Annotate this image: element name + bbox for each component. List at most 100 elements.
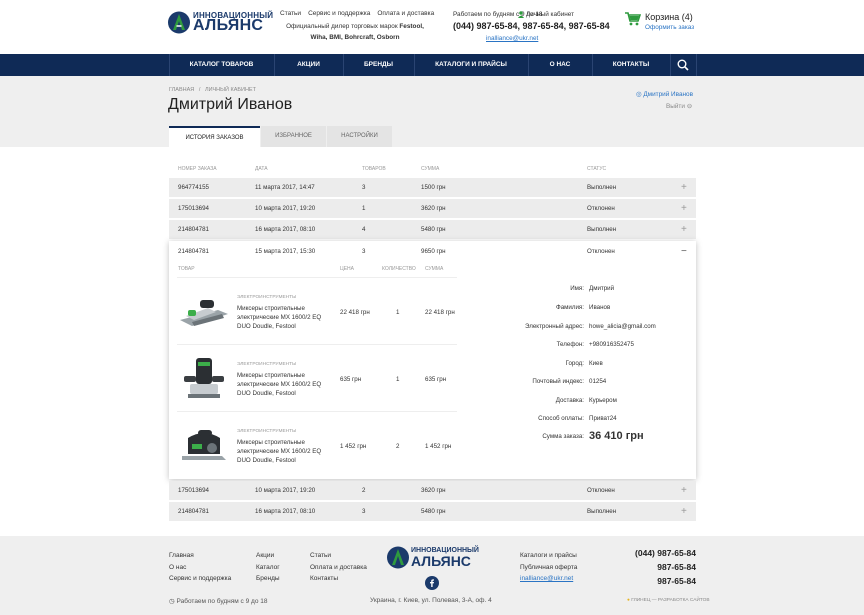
order-date: 16 марта 2017, 08:10 [255, 508, 316, 515]
checkout-link[interactable]: Оформить заказ [645, 24, 694, 31]
info-label: Почтовый индекс: [532, 378, 584, 385]
expand-plus-icon[interactable]: + [681, 481, 687, 501]
order-row[interactable]: 214804781 16 марта 2017, 08:10 4 5480 гр… [169, 220, 696, 240]
dealer-text: Официальный дилер торговых марок Festool… [280, 21, 430, 43]
order-date: 15 марта 2017, 15:30 [255, 248, 316, 255]
order-row[interactable]: 175013694 10 марта 2017, 19:20 1 3620 гр… [169, 199, 696, 219]
order-number: 175013694 [178, 487, 209, 494]
col-header-qty: ТОВАРОВ [362, 166, 386, 172]
footer-link[interactable]: О нас [169, 564, 186, 571]
nav-item-contacts[interactable]: КОНТАКТЫ [592, 54, 670, 76]
footer-link[interactable]: Акции [256, 552, 274, 559]
dealer-line2: Wiha, BMI, Bohrcraft, Osborn [310, 34, 400, 41]
footer-link[interactable]: Оплата и доставка [310, 564, 367, 571]
nav-item-brands[interactable]: БРЕНДЫ [343, 54, 414, 76]
order-sum: 3620 грн [421, 205, 446, 212]
cabinet-link[interactable]: Личный кабинет [518, 11, 574, 18]
footer-link[interactable]: Публичная оферта [520, 564, 577, 571]
dealer-brand: Festool, [399, 23, 424, 30]
order-status: Выполнен [587, 184, 617, 191]
order-qty: 2 [362, 487, 366, 494]
user-name: Дмитрий Иванов [643, 91, 693, 98]
top-links: Статьи Сервис и поддержка Оплата и доста… [280, 10, 434, 17]
info-value: Приват24 [589, 415, 617, 422]
total-value: 36 410 грн [589, 430, 644, 442]
search-icon[interactable] [677, 59, 689, 71]
collapse-minus-icon[interactable]: − [681, 241, 687, 262]
nav-item-promo[interactable]: АКЦИИ [274, 54, 343, 76]
nav-item-catalogs[interactable]: КАТАЛОГИ И ПРАЙСЫ [414, 54, 528, 76]
product-name[interactable]: Миксеры строительные электрические MX 16… [237, 371, 329, 398]
info-value: 01254 [589, 378, 607, 385]
footer-link[interactable]: Главная [169, 552, 194, 559]
footer-link[interactable]: Бренды [256, 575, 280, 582]
facebook-icon[interactable] [425, 576, 439, 590]
expand-plus-icon[interactable]: + [681, 220, 687, 240]
nav-item-catalog[interactable]: КАТАЛОГ ТОВАРОВ [169, 54, 274, 76]
dev-credit-text: ГЛИНЕЦ — РАЗРАБОТКА САЙТОВ [631, 598, 710, 603]
footer-link[interactable]: Сервис и поддержка [169, 575, 231, 582]
order-date: 10 марта 2017, 19:20 [255, 205, 316, 212]
info-label: Электронный адрес: [525, 323, 584, 330]
order-row[interactable]: 214804781 16 марта 2017, 08:10 3 5480 гр… [169, 502, 696, 522]
cart-label[interactable]: Корзина (4) [645, 12, 693, 22]
top-link-payment[interactable]: Оплата и доставка [377, 10, 434, 17]
top-link-service[interactable]: Сервис и поддержка [308, 10, 370, 17]
footer-link[interactable]: Контакты [310, 575, 338, 582]
info-value: +980916352475 [589, 341, 634, 348]
product-name[interactable]: Миксеры строительные электрические MX 16… [237, 304, 329, 331]
order-number: 214804781 [178, 508, 209, 515]
footer-link[interactable]: Каталоги и прайсы [520, 552, 577, 559]
nav-divider [696, 54, 697, 76]
product-category: ЭЛЕКТРОИНСТРУМЕНТЫ [237, 362, 297, 367]
tab-settings[interactable]: НАСТРОЙКИ [327, 126, 392, 147]
sub-header-product: ТОВАР [178, 266, 195, 272]
order-qty: 3 [362, 184, 366, 191]
product-price: 22 418 грн [340, 309, 370, 316]
expand-plus-icon[interactable]: + [681, 502, 687, 522]
order-row[interactable]: 175013694 10 марта 2017, 19:20 2 3620 гр… [169, 481, 696, 501]
saw-tool-image[interactable] [178, 424, 230, 472]
planer-tool-image[interactable] [178, 290, 230, 338]
info-value: Иванов [589, 304, 611, 311]
header-email[interactable]: inalliance@ukr.net [486, 35, 538, 42]
breadcrumb-sep: / [198, 87, 201, 93]
nav-item-about[interactable]: О НАС [528, 54, 592, 76]
cart-icon[interactable] [625, 12, 641, 26]
dev-credit[interactable]: ● ГЛИНЕЦ — РАЗРАБОТКА САЙТОВ [627, 598, 710, 603]
product-category: ЭЛЕКТРОИНСТРУМЕНТЫ [237, 429, 297, 434]
col-header-number: НОМЕР ЗАКАЗА [178, 166, 217, 172]
order-sum: 9650 грн [421, 248, 446, 255]
order-qty: 1 [362, 205, 366, 212]
info-label: Телефон: [556, 341, 584, 348]
tab-favorites[interactable]: ИЗБРАННОЕ [261, 126, 326, 147]
product-name[interactable]: Миксеры строительные электрические MX 16… [237, 438, 329, 465]
breadcrumb-home[interactable]: ГЛАВНАЯ [169, 87, 194, 93]
sub-header-qty: КОЛИЧЕСТВО [382, 266, 416, 272]
order-number: 175013694 [178, 205, 209, 212]
footer-logo-icon[interactable] [387, 545, 409, 570]
tab-history[interactable]: ИСТОРИЯ ЗАКАЗОВ [169, 126, 260, 147]
order-sum: 5480 грн [421, 226, 446, 233]
order-status: Выполнен [587, 508, 617, 515]
top-link-articles[interactable]: Статьи [280, 10, 301, 17]
expand-plus-icon[interactable]: + [681, 178, 687, 198]
user-circle-icon: ◎ [636, 91, 642, 98]
footer-link[interactable]: Статьи [310, 552, 331, 559]
order-row[interactable]: 964774155 11 марта 2017, 14:47 3 1500 гр… [169, 178, 696, 198]
page-title: Дмитрий Иванов [168, 96, 293, 113]
info-label: Город: [565, 360, 584, 367]
expand-plus-icon[interactable]: + [681, 199, 687, 219]
product-sum: 22 418 грн [425, 309, 455, 316]
breadcrumb-current: ЛИЧНЫЙ КАБИНЕТ [204, 87, 256, 93]
user-link[interactable]: ◎ Дмитрий Иванов [636, 90, 693, 98]
footer-email[interactable]: inalliance@ukr.net [520, 575, 573, 582]
order-qty: 3 [362, 248, 366, 255]
product-category: ЭЛЕКТРОИНСТРУМЕНТЫ [237, 295, 297, 300]
logo-icon[interactable] [168, 10, 190, 35]
footer-link[interactable]: Каталог [256, 564, 280, 571]
router-tool-image[interactable] [178, 354, 230, 402]
footer-logo-line2: АЛЬЯНС [411, 553, 471, 569]
logout-link[interactable]: Выйти ⊖ [666, 102, 692, 110]
info-value: Дмитрий [589, 285, 615, 292]
